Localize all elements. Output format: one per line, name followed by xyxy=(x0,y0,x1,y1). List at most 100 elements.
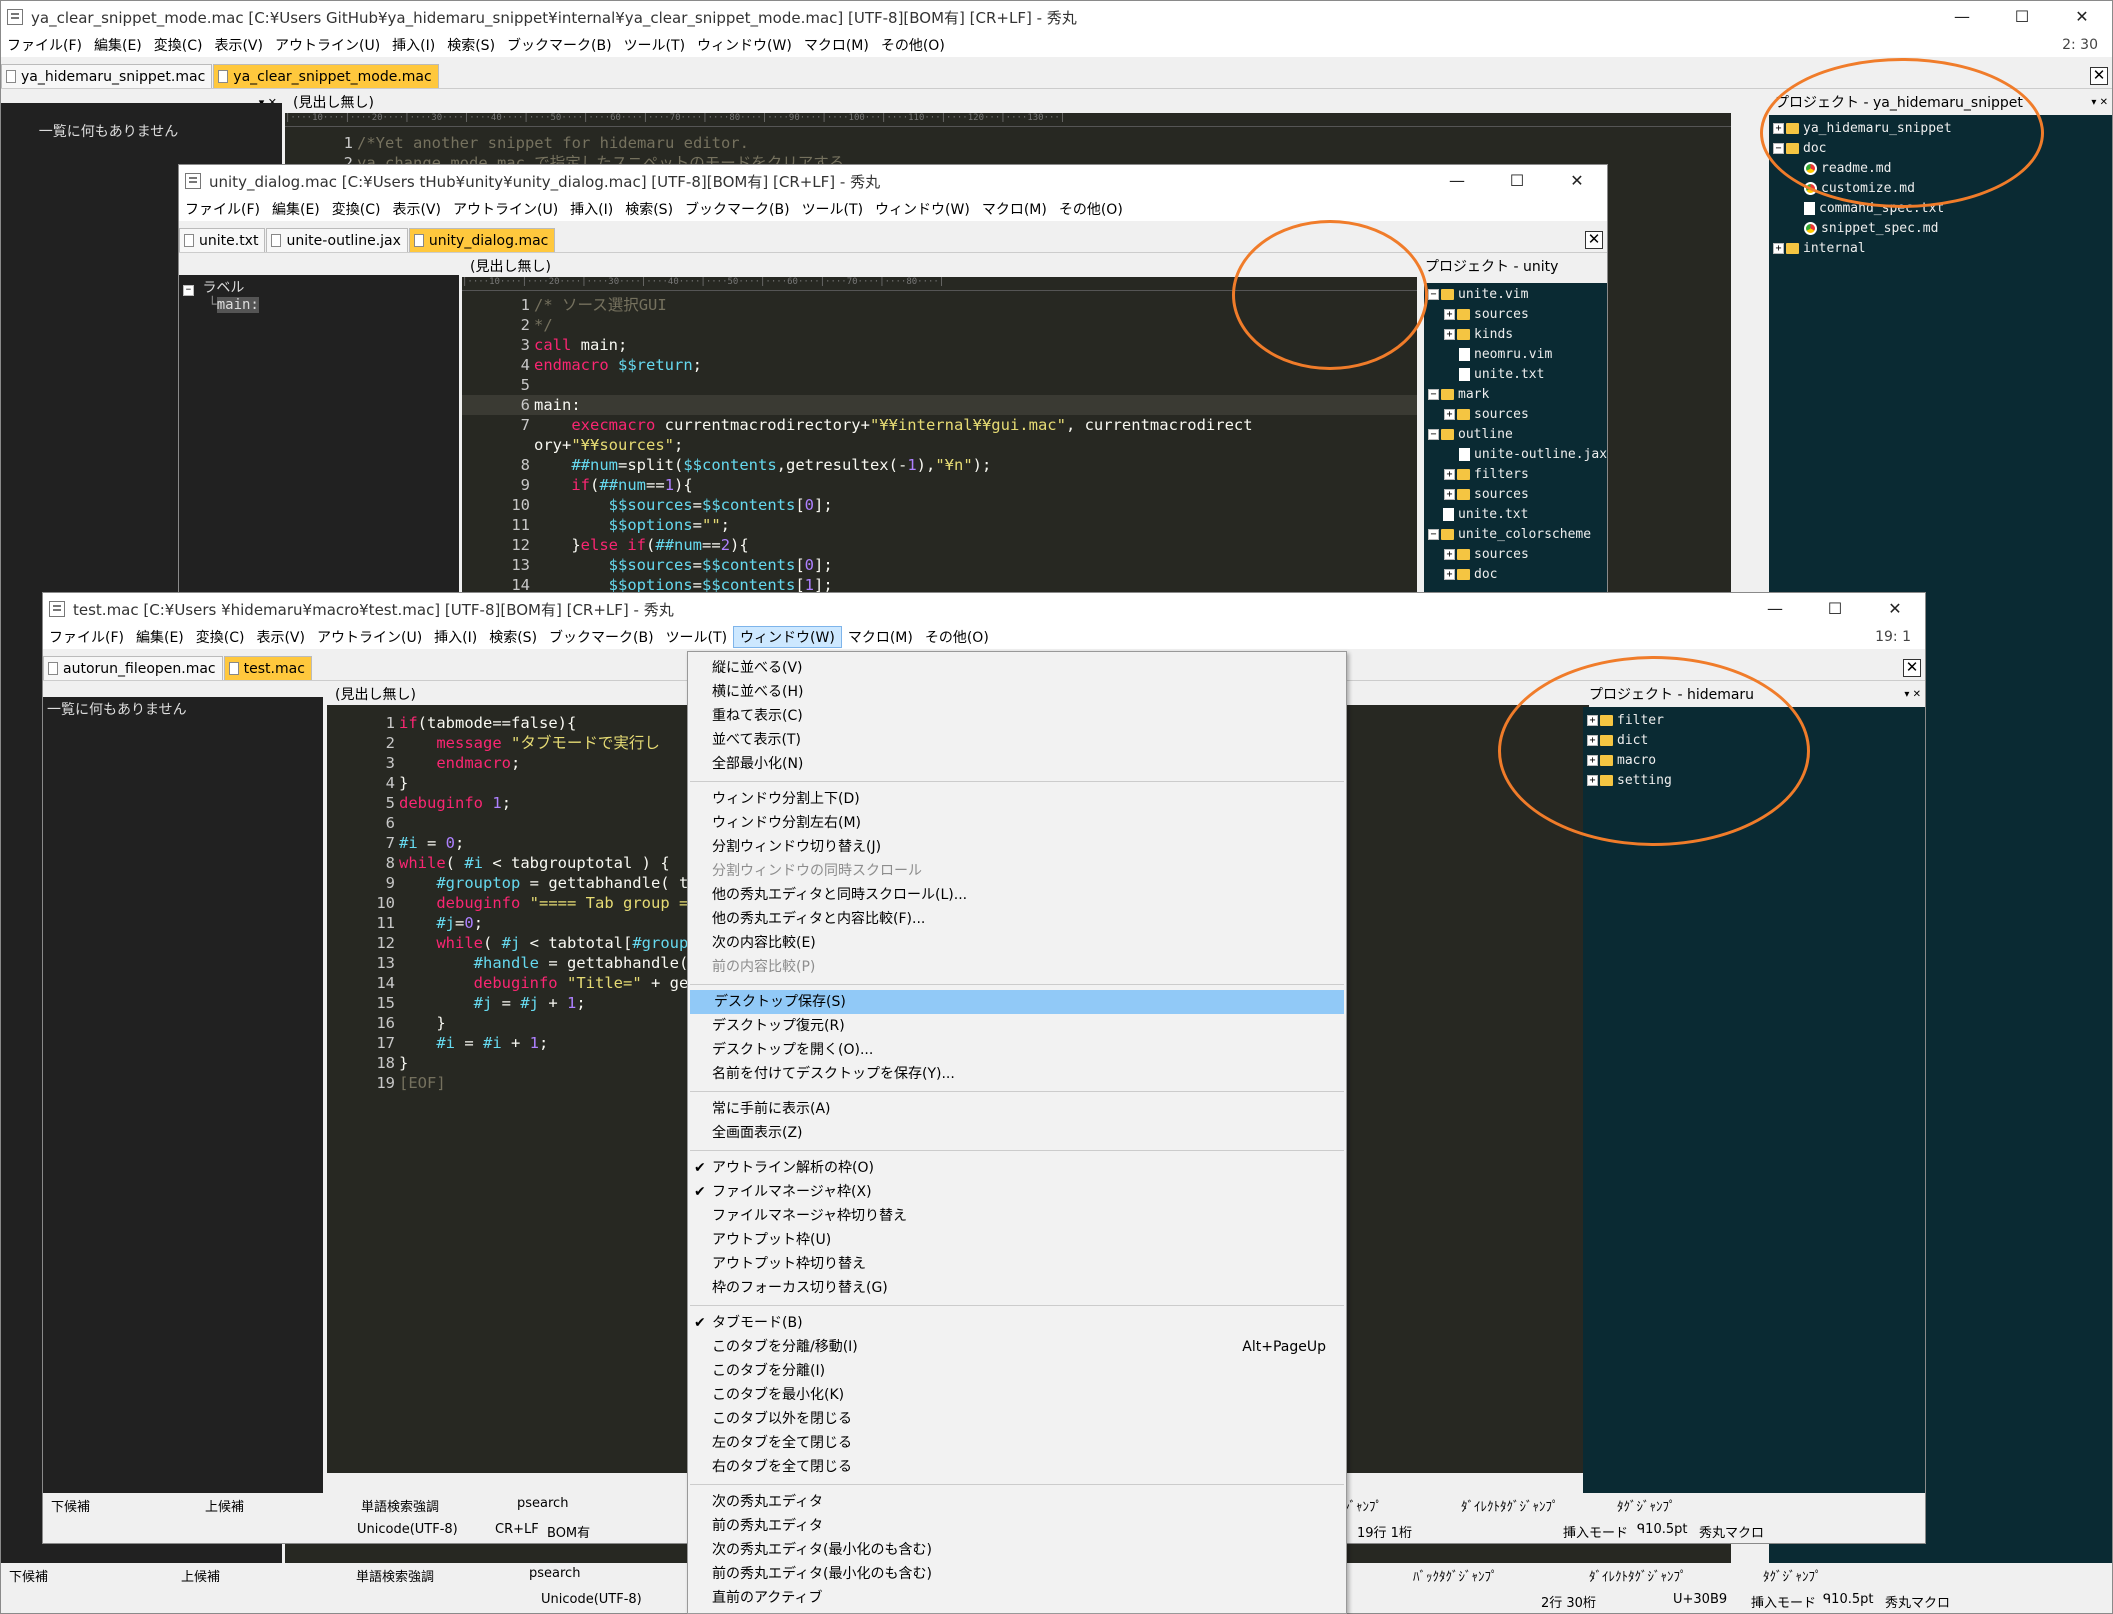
expand-icon[interactable]: + xyxy=(1444,309,1455,320)
window-menu-item[interactable]: 縦に並べる(V) xyxy=(688,656,1346,680)
status-tag-jump[interactable]: ﾀｸﾞｼﾞｬﾝﾌﾟ xyxy=(1763,1566,1822,1585)
tree-item[interactable]: unite-outline.jax xyxy=(1428,445,1607,465)
tree-item[interactable]: + kinds xyxy=(1428,325,1605,345)
status-psearch[interactable]: psearch xyxy=(517,1496,568,1511)
tree-item[interactable]: + setting xyxy=(1587,771,1923,791)
menu-search[interactable]: 検索(S) xyxy=(619,199,679,219)
menu-view[interactable]: 表示(V) xyxy=(386,199,447,219)
tab-autorun-fileopen[interactable]: autorun_fileopen.mac xyxy=(43,656,223,680)
maximize-button[interactable]: ☐ xyxy=(1992,1,2052,33)
expand-icon[interactable]: + xyxy=(1444,569,1455,580)
window-menu-item[interactable]: このタブを分離/移動(I) Alt+PageUp xyxy=(688,1335,1346,1359)
menu-other[interactable]: その他(O) xyxy=(1053,199,1129,219)
expand-icon[interactable]: + xyxy=(1773,123,1784,134)
status-next-candidate[interactable]: 下候補 xyxy=(51,1496,90,1515)
tree-item[interactable]: + sources xyxy=(1428,485,1605,505)
menu-search[interactable]: 検索(S) xyxy=(483,627,543,647)
minimize-button[interactable]: — xyxy=(1427,165,1487,197)
status-tag-jump-partial[interactable]: ｼﾞｬﾝﾌﾟ xyxy=(1343,1496,1382,1515)
project-tree[interactable]: − unite.vim + sources + kinds neomru.vim unite.… xyxy=(1424,283,1607,593)
menu-macro[interactable]: マクロ(M) xyxy=(798,35,875,55)
window-menu-item[interactable]: 全部最小化(N) xyxy=(688,752,1346,776)
close-button[interactable]: ✕ xyxy=(1865,593,1925,625)
menu-file[interactable]: ファイル(F) xyxy=(179,199,266,219)
collapse-icon[interactable]: − xyxy=(1773,143,1784,154)
tree-item[interactable]: command_spec.txt xyxy=(1773,199,2110,219)
expand-icon[interactable]: + xyxy=(1444,489,1455,500)
menu-window[interactable]: ウィンドウ(W) xyxy=(691,35,798,55)
status-next-candidate[interactable]: 下候補 xyxy=(9,1566,48,1585)
window-menu-item[interactable]: 枠のフォーカス切り替え(G) xyxy=(688,1276,1346,1300)
window-menu-item[interactable]: アウトプット枠切り替え xyxy=(688,1252,1346,1276)
status-prev-candidate[interactable]: 上候補 xyxy=(205,1496,244,1515)
window-menu-item[interactable]: 次の内容比較(E) xyxy=(688,931,1346,955)
menu-search[interactable]: 検索(S) xyxy=(441,35,501,55)
status-direct-tag-jump[interactable]: ﾀﾞｲﾚｸﾄﾀｸﾞｼﾞｬﾝﾌﾟ xyxy=(1589,1566,1687,1585)
project-tree[interactable]: + filter + dict + macro + setting xyxy=(1583,707,1925,1493)
tree-item[interactable]: + doc xyxy=(1428,565,1605,585)
menu-edit[interactable]: 編集(E) xyxy=(130,627,190,647)
menu-macro[interactable]: マクロ(M) xyxy=(976,199,1053,219)
window-menu-item[interactable]: このタブ以外を閉じる xyxy=(688,1407,1346,1431)
tab-ya-clear-snippet-mode[interactable]: ya_clear_snippet_mode.mac xyxy=(213,64,439,88)
collapse-icon[interactable]: − xyxy=(1428,529,1439,540)
window-menu-item[interactable]: 重ねて表示(C) xyxy=(688,704,1346,728)
window-menu-item[interactable]: デスクトップ復元(R) xyxy=(688,1014,1346,1038)
window-menu-item[interactable]: 次の秀丸エディタ(最小化のも含む) xyxy=(688,1538,1346,1562)
menu-outline[interactable]: アウトライン(U) xyxy=(447,199,564,219)
tree-item[interactable]: − doc xyxy=(1773,139,2110,159)
window-menu-item[interactable]: ✔ タブモード(B) xyxy=(688,1311,1346,1335)
close-button[interactable]: ✕ xyxy=(1547,165,1607,197)
window-menu-item[interactable]: このタブを分離(I) xyxy=(688,1359,1346,1383)
tree-item[interactable]: unite.txt xyxy=(1428,365,1605,385)
tree-item[interactable]: unite.txt xyxy=(1428,505,1605,525)
menu-bookmark[interactable]: ブックマーク(B) xyxy=(543,627,660,647)
tree-item[interactable]: customize.md xyxy=(1773,179,2110,199)
window-menu-item[interactable]: ✔ アウトライン解析の枠(O) xyxy=(688,1156,1346,1180)
menu-outline[interactable]: アウトライン(U) xyxy=(269,35,386,55)
outline-label-main[interactable]: main: xyxy=(216,297,259,313)
menu-convert[interactable]: 変換(C) xyxy=(190,627,251,647)
status-direct-tag-jump[interactable]: ﾀﾞｲﾚｸﾄﾀｸﾞｼﾞｬﾝﾌﾟ xyxy=(1461,1496,1559,1515)
window-menu-item[interactable]: このタブを最小化(K) xyxy=(688,1383,1346,1407)
minimize-button[interactable]: — xyxy=(1745,593,1805,625)
window-menu-item[interactable]: 並べて表示(T) xyxy=(688,728,1346,752)
window-menu-item[interactable]: 次の秀丸エディタ xyxy=(688,1490,1346,1514)
expand-icon[interactable]: + xyxy=(1444,409,1455,420)
outline-pane[interactable]: − ラベル └main: xyxy=(179,275,459,593)
menu-insert[interactable]: 挿入(I) xyxy=(428,627,483,647)
menu-convert[interactable]: 変換(C) xyxy=(148,35,209,55)
window-menu-item[interactable]: アウトプット枠(U) xyxy=(688,1228,1346,1252)
title-bar[interactable]: ya_clear_snippet_mode.mac [C:¥Users GitH… xyxy=(1,1,2112,33)
window-menu-item[interactable]: ウィンドウ分割上下(D) xyxy=(688,787,1346,811)
maximize-button[interactable]: ☐ xyxy=(1805,593,1865,625)
menu-edit[interactable]: 編集(E) xyxy=(88,35,148,55)
menu-window[interactable]: ウィンドウ(W) xyxy=(869,199,976,219)
tree-item[interactable]: − unite_colorscheme xyxy=(1428,525,1605,545)
window-menu-item[interactable]: 横に並べる(H) xyxy=(688,680,1346,704)
window-menu-item[interactable]: 分割ウィンドウ切り替え(J) xyxy=(688,835,1346,859)
tab-unite-outline-jax[interactable]: unite-outline.jax xyxy=(266,228,408,252)
status-word-highlight[interactable]: 単語検索強調 xyxy=(361,1496,439,1515)
menu-view[interactable]: 表示(V) xyxy=(250,627,311,647)
tree-item[interactable]: + sources xyxy=(1428,305,1605,325)
menu-window[interactable]: ウィンドウ(W) xyxy=(733,626,842,648)
status-psearch[interactable]: psearch xyxy=(529,1566,580,1581)
menu-file[interactable]: ファイル(F) xyxy=(1,35,88,55)
tree-item[interactable]: + filter xyxy=(1587,711,1923,731)
title-bar[interactable]: unity_dialog.mac [C:¥Users tHub¥unity¥un… xyxy=(179,165,1607,197)
menu-insert[interactable]: 挿入(I) xyxy=(386,35,441,55)
expand-icon[interactable]: + xyxy=(1444,469,1455,480)
menu-other[interactable]: その他(O) xyxy=(919,627,995,647)
menu-insert[interactable]: 挿入(I) xyxy=(564,199,619,219)
window-menu-item[interactable]: 前の秀丸エディタ xyxy=(688,1514,1346,1538)
menu-macro[interactable]: マクロ(M) xyxy=(842,627,919,647)
window-menu-item[interactable]: 全画面表示(Z) xyxy=(688,1121,1346,1145)
window-menu-dropdown[interactable]: 縦に並べる(V) 横に並べる(H) 重ねて表示(C) 並べて表示(T) 全部最小化(N)… xyxy=(687,651,1347,1614)
tree-item[interactable]: + dict xyxy=(1587,731,1923,751)
tree-item[interactable]: − outline xyxy=(1428,425,1605,445)
status-back-tag-jump[interactable]: ﾊﾞｯｸﾀｸﾞｼﾞｬﾝﾌﾟ xyxy=(1413,1566,1498,1585)
status-tag-jump[interactable]: ﾀｸﾞｼﾞｬﾝﾌﾟ xyxy=(1617,1496,1676,1515)
tree-item[interactable]: + internal xyxy=(1773,239,2110,259)
menu-tools[interactable]: ツール(T) xyxy=(618,35,691,55)
